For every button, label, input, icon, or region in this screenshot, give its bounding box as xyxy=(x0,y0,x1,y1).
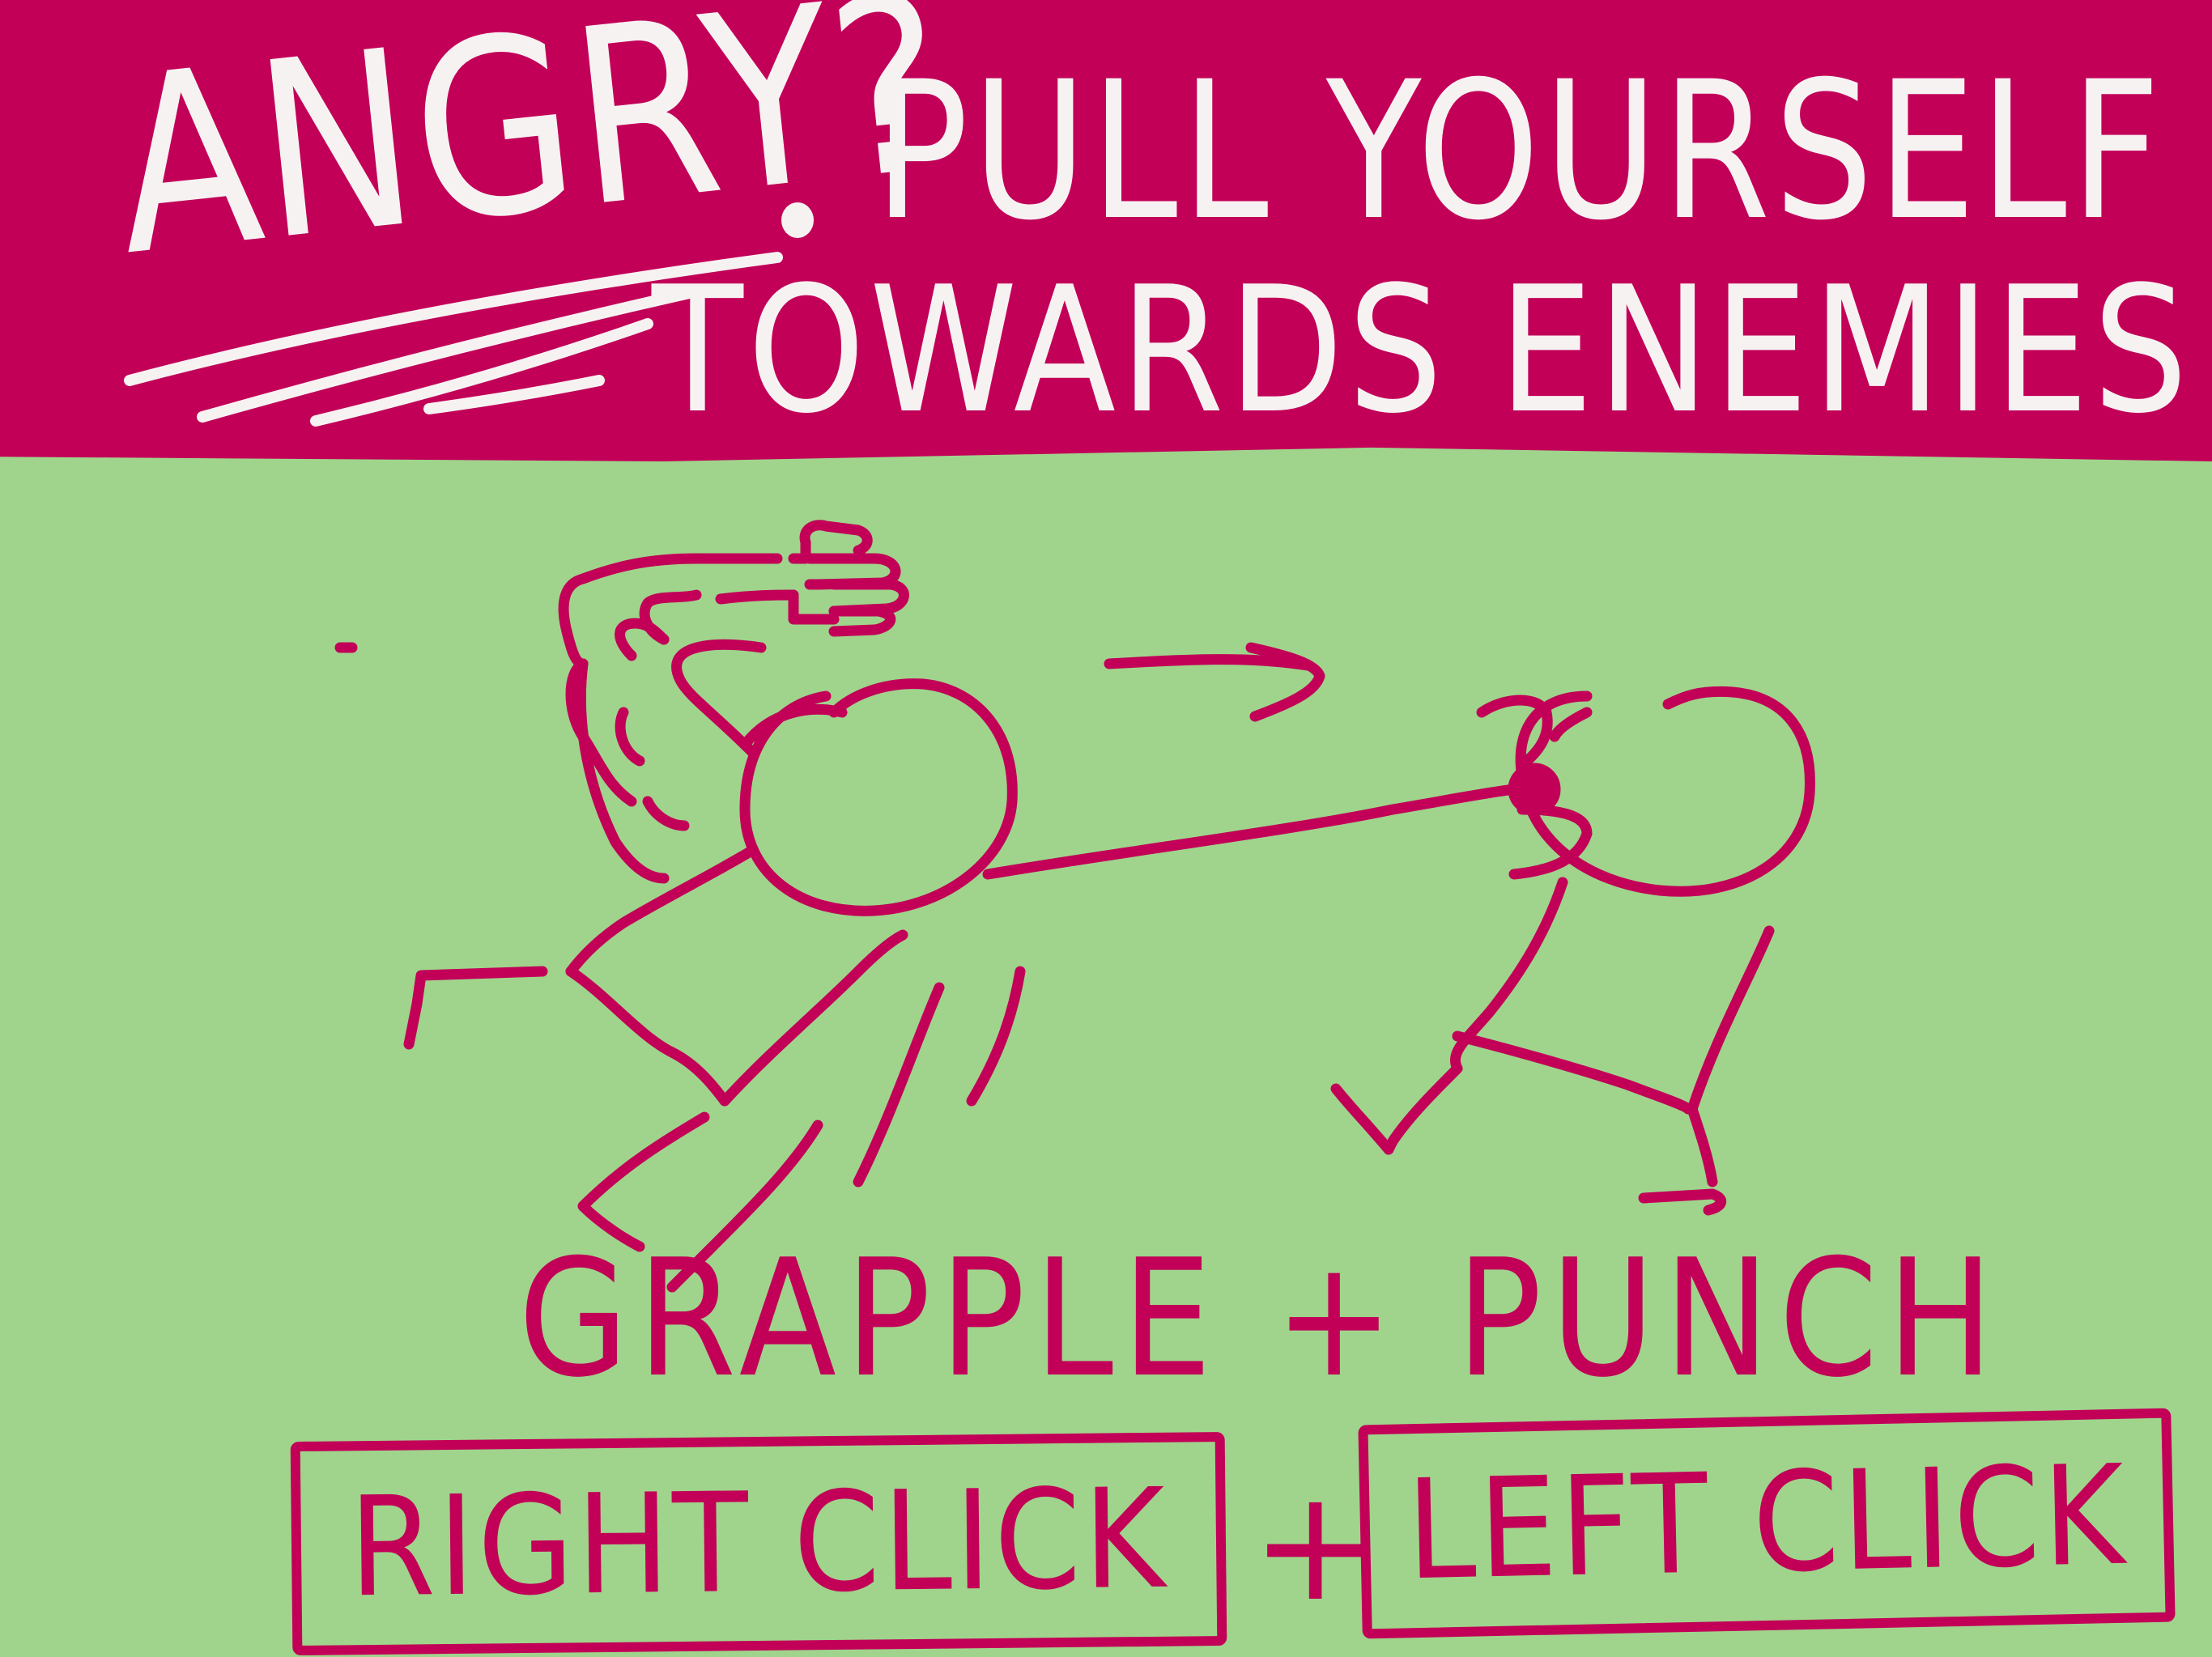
action-label: GRAPPLE + PUNCH xyxy=(518,1225,2003,1413)
player-stick-figure-icon xyxy=(403,553,1026,1293)
left-click-label: LEFT CLICK xyxy=(1405,1435,2129,1612)
grapple-rope xyxy=(982,784,1520,880)
fist-icon xyxy=(788,520,909,637)
left-click-key[interactable]: LEFT CLICK xyxy=(1358,1408,2176,1639)
right-click-key[interactable]: RIGHT CLICK xyxy=(290,1431,1227,1656)
enemy-stick-figure-icon xyxy=(1330,686,1815,1216)
right-click-label: RIGHT CLICK xyxy=(348,1459,1169,1629)
arrow-right-icon xyxy=(1104,642,1325,722)
